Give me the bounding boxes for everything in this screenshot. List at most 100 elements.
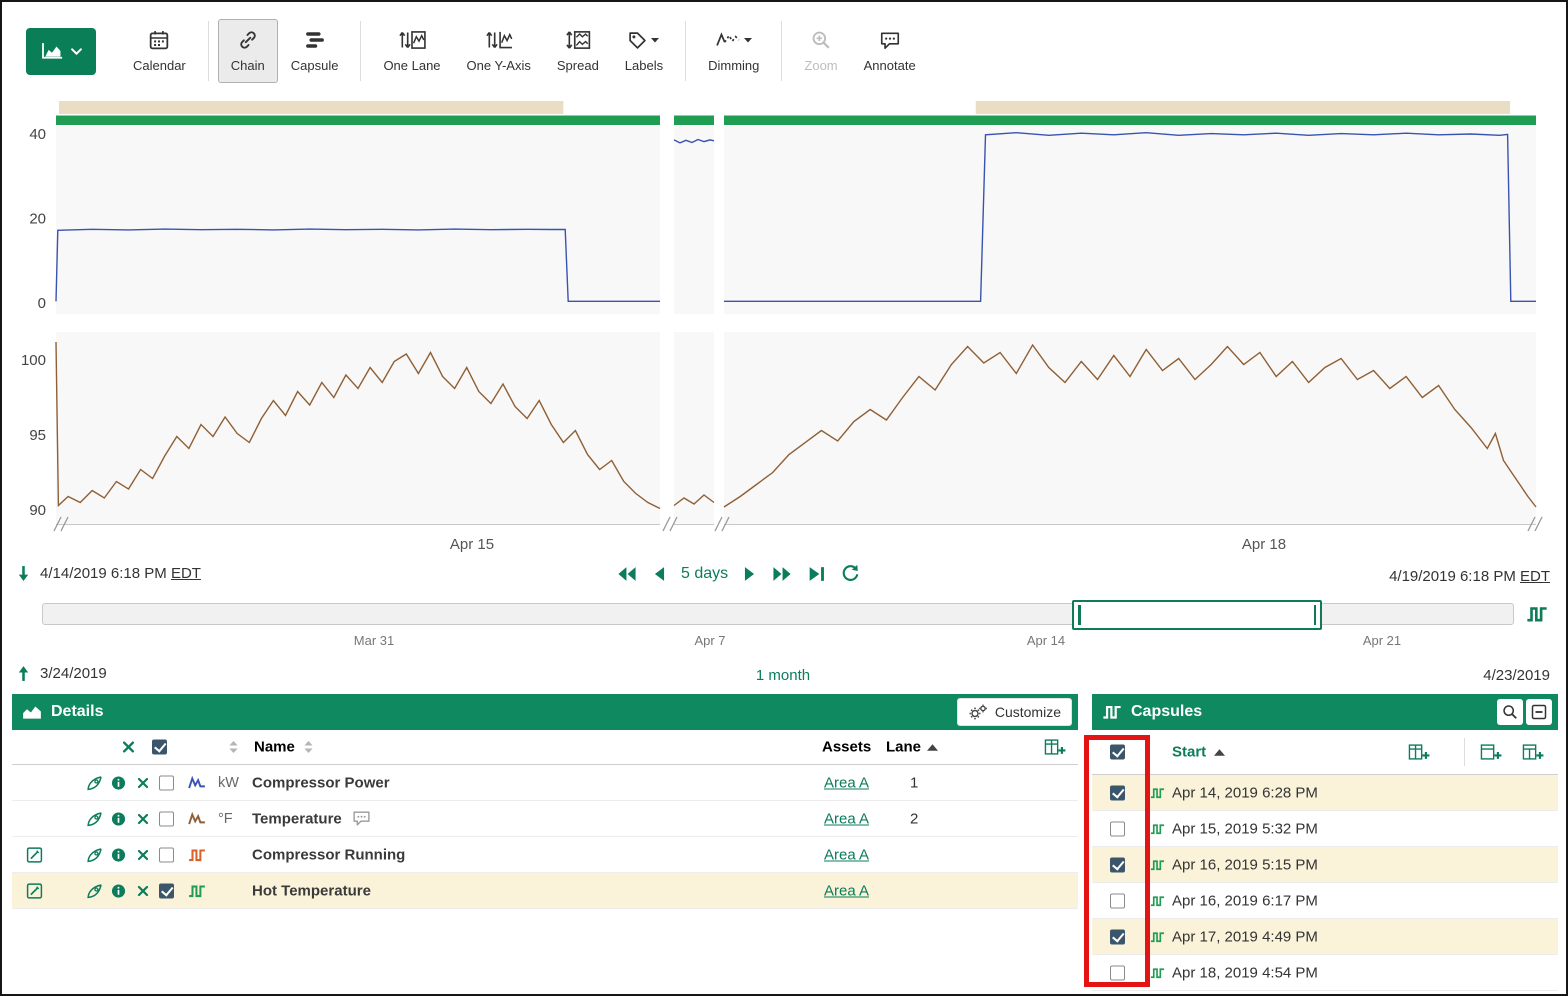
asset-link[interactable]: Area A <box>824 810 869 827</box>
select-all-checkbox[interactable] <box>152 740 167 755</box>
customize-button[interactable]: Customize <box>957 698 1072 726</box>
toolbar-button-one-y-axis[interactable]: One Y-Axis <box>454 19 544 83</box>
remove-icon[interactable] <box>137 849 149 861</box>
add-column-icon[interactable] <box>1044 739 1066 756</box>
capsule-checkbox[interactable] <box>1110 965 1125 980</box>
step-forward-icon[interactable] <box>743 566 756 582</box>
asset-swap-rocket-icon[interactable] <box>86 846 103 863</box>
remove-icon[interactable] <box>137 777 149 789</box>
sort-icon[interactable] <box>228 741 239 754</box>
toolbar-button-chain[interactable]: Chain <box>218 19 278 83</box>
capsule-lane-icon[interactable] <box>1526 605 1548 623</box>
asset-swap-rocket-icon[interactable] <box>86 774 103 791</box>
refresh-icon[interactable] <box>840 564 859 583</box>
remove-all-icon[interactable] <box>122 741 135 754</box>
column-header-assets[interactable]: Assets <box>822 739 871 756</box>
timezone-link[interactable]: EDT <box>171 565 201 582</box>
toolbar-button-annotate[interactable]: Annotate <box>851 19 929 83</box>
annotate-icon <box>879 31 901 50</box>
timeline-selection-window[interactable] <box>1072 600 1322 630</box>
capsule-checkbox[interactable] <box>1110 785 1125 800</box>
info-icon[interactable] <box>111 883 126 898</box>
arrow-down-icon[interactable] <box>16 565 31 582</box>
step-forward-fast-icon[interactable] <box>771 566 793 582</box>
timezone-link[interactable]: EDT <box>1520 568 1550 585</box>
details-row[interactable]: Hot Temperature Area A <box>12 873 1078 909</box>
details-row[interactable]: °F Temperature Area A 2 <box>12 801 1078 837</box>
edit-icon[interactable] <box>26 846 43 863</box>
capsule-row[interactable]: Apr 14, 2019 6:28 PM <box>1092 775 1558 811</box>
capsule-checkbox[interactable] <box>1110 893 1125 908</box>
toolbar-button-labels[interactable]: Labels <box>612 19 676 83</box>
step-back-fast-icon[interactable] <box>616 566 638 582</box>
worksheet-view-dropdown[interactable] <box>26 28 96 75</box>
comment-icon[interactable] <box>352 811 371 827</box>
remove-icon[interactable] <box>137 885 149 897</box>
asset-link[interactable]: Area A <box>824 882 869 899</box>
trend-chart[interactable]: 402001009590Apr 15Apr 18 <box>12 98 1560 560</box>
capsule-checkbox[interactable] <box>1110 929 1125 944</box>
capsule-row[interactable]: Apr 15, 2019 5:32 PM <box>1092 811 1558 847</box>
row-checkbox[interactable] <box>159 883 174 898</box>
asset-link[interactable]: Area A <box>824 774 869 791</box>
column-header-name[interactable]: Name <box>254 739 314 756</box>
display-range-end[interactable]: 4/19/2019 6:18 PM EDT <box>1389 568 1550 585</box>
end-datetime[interactable]: 4/19/2019 6:18 PM <box>1389 568 1516 585</box>
arrow-up-icon[interactable] <box>16 665 31 682</box>
capsules-select-all-checkbox[interactable] <box>1110 745 1125 760</box>
item-name[interactable]: Temperature <box>252 810 371 827</box>
add-stat-column-icon[interactable] <box>1480 744 1502 761</box>
display-range-start[interactable]: 4/14/2019 6:18 PM EDT <box>40 565 201 582</box>
toolbar-separator <box>208 21 209 81</box>
step-to-end-icon[interactable] <box>808 566 825 582</box>
info-icon[interactable] <box>111 775 126 790</box>
capsule-checkbox[interactable] <box>1110 821 1125 836</box>
start-datetime[interactable]: 4/14/2019 6:18 PM <box>40 565 167 582</box>
details-row[interactable]: kW Compressor Power Area A 1 <box>12 765 1078 801</box>
customize-label: Customize <box>995 704 1061 720</box>
item-name[interactable]: Hot Temperature <box>252 882 371 899</box>
add-property-column-icon[interactable] <box>1522 744 1544 761</box>
condition-icon <box>1150 966 1165 979</box>
selection-right-handle[interactable] <box>1314 605 1317 625</box>
investigate-range-end[interactable]: 4/23/2019 <box>1483 667 1550 684</box>
toolbar-button-one-lane[interactable]: One Lane <box>370 19 453 83</box>
details-row[interactable]: Compressor Running Area A <box>12 837 1078 873</box>
toolbar-button-spread[interactable]: Spread <box>544 19 612 83</box>
capsule-row[interactable]: Apr 18, 2019 4:54 PM <box>1092 955 1558 991</box>
collapse-panel-button[interactable] <box>1526 699 1552 725</box>
row-checkbox[interactable] <box>159 775 174 790</box>
investigate-range-duration[interactable]: 1 month <box>756 667 810 684</box>
item-name[interactable]: Compressor Running <box>252 846 405 863</box>
capsule-row[interactable]: Apr 17, 2019 4:49 PM <box>1092 919 1558 955</box>
add-column-icon[interactable] <box>1408 744 1430 761</box>
step-back-icon[interactable] <box>653 566 666 582</box>
range-duration-label[interactable]: 5 days <box>681 565 728 583</box>
remove-icon[interactable] <box>137 813 149 825</box>
column-header-start[interactable]: Start <box>1172 744 1225 761</box>
asset-link[interactable]: Area A <box>824 846 869 863</box>
toolbar-label: One Lane <box>383 58 440 73</box>
one-lane-icon <box>398 30 426 50</box>
info-icon[interactable] <box>111 811 126 826</box>
info-icon[interactable] <box>111 847 126 862</box>
sort-icon[interactable] <box>303 741 314 754</box>
investigate-range-start[interactable]: 3/24/2019 <box>40 665 107 682</box>
capsule-row[interactable]: Apr 16, 2019 6:17 PM <box>1092 883 1558 919</box>
capsule-row[interactable]: Apr 16, 2019 5:15 PM <box>1092 847 1558 883</box>
overview-timeline: Mar 31 Apr 7 Apr 14 Apr 21 <box>2 599 1568 653</box>
selection-left-handle[interactable] <box>1078 605 1081 625</box>
spread-icon <box>565 30 591 50</box>
capsule-checkbox[interactable] <box>1110 857 1125 872</box>
zoom-to-capsule-button[interactable] <box>1497 699 1523 725</box>
row-checkbox[interactable] <box>159 847 174 862</box>
asset-swap-rocket-icon[interactable] <box>86 810 103 827</box>
toolbar-button-calendar[interactable]: Calendar <box>120 19 199 83</box>
row-checkbox[interactable] <box>159 811 174 826</box>
toolbar-button-dimming[interactable]: Dimming <box>695 19 772 83</box>
edit-icon[interactable] <box>26 882 43 899</box>
toolbar-button-capsule[interactable]: Capsule <box>278 19 352 83</box>
asset-swap-rocket-icon[interactable] <box>86 882 103 899</box>
item-name[interactable]: Compressor Power <box>252 774 390 791</box>
column-header-lane[interactable]: Lane <box>886 739 938 756</box>
